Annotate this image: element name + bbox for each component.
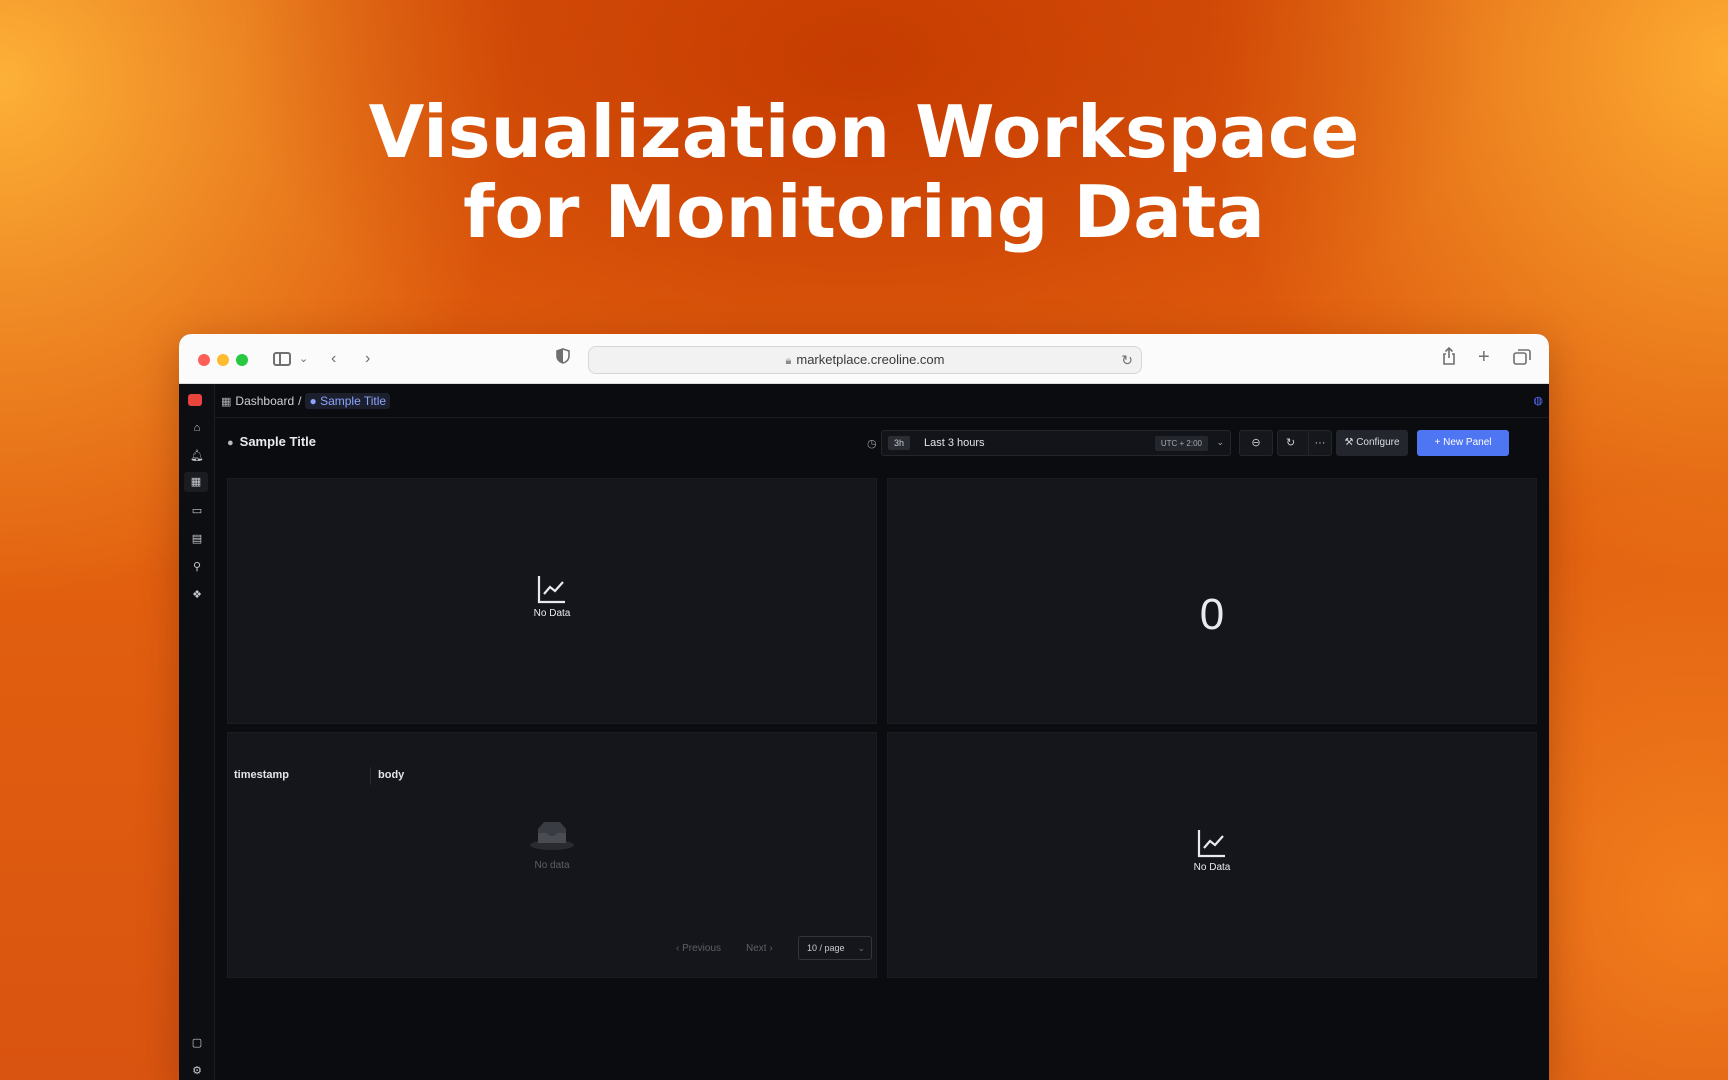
no-data-label: No Data [1193, 862, 1231, 873]
chevron-down-icon[interactable]: ⌄ [299, 348, 308, 370]
close-window-button[interactable] [198, 354, 210, 366]
line-chart-icon [1197, 830, 1225, 858]
no-data-state: No Data [888, 827, 1536, 873]
empty-inbox-icon [530, 822, 574, 850]
zoom-out-button[interactable]: ⊖ [1239, 430, 1273, 456]
nav-rail: ⌂ 🔔︎ ▦ ▭ ▤ ⚲ ❖ ▢ ⚙ [179, 384, 215, 1080]
sidebar-toggle-icon[interactable] [273, 352, 291, 366]
time-range-picker[interactable]: 3h Last 3 hours UTC + 2:00 ⌄ [881, 430, 1231, 456]
next-page-button[interactable]: Next › [746, 943, 773, 954]
bell-icon[interactable]: 🔔︎ [179, 449, 215, 463]
configure-label: Configure [1356, 437, 1400, 448]
share-icon[interactable] [1442, 346, 1456, 372]
home-icon[interactable]: ⌂ [179, 421, 215, 435]
headline-line-2: for Monitoring Data [463, 170, 1265, 254]
more-options-button[interactable]: ··· [1308, 430, 1332, 456]
more-icon: ··· [1314, 437, 1326, 449]
dashboard-grid-icon[interactable]: ▦ [184, 472, 208, 492]
page-title: ● Sample Title [227, 434, 316, 449]
line-chart-icon [537, 576, 565, 604]
settings-icon[interactable]: ⚙ [179, 1064, 215, 1078]
empty-label: No data [534, 860, 570, 871]
breadcrumb-root[interactable]: Dashboard [235, 394, 294, 408]
chevron-down-icon: ⌄ [857, 943, 865, 953]
page-size-select[interactable]: 10 / page ⌄ [798, 936, 872, 960]
panel-chart-1[interactable]: No Data [227, 478, 877, 724]
column-divider [370, 767, 371, 785]
feedback-icon[interactable]: ▢ [179, 1036, 215, 1050]
app-area: ⌂ 🔔︎ ▦ ▭ ▤ ⚲ ❖ ▢ ⚙ ▦ Dashboard / ● Sample T… [179, 384, 1549, 1080]
page-size-value: 10 / page [807, 943, 845, 953]
forward-icon[interactable]: › [365, 348, 370, 370]
breadcrumb: ▦ Dashboard / ● Sample Title [221, 393, 391, 410]
breadcrumb-separator: / [298, 394, 302, 408]
time-range-badge: 3h [888, 436, 911, 450]
chevron-down-icon[interactable]: ⌄ [1216, 437, 1224, 448]
top-bar: ▦ Dashboard / ● Sample Title ◍ [215, 384, 1549, 418]
logs-icon[interactable]: ▤ [179, 532, 215, 546]
panel-chart-2[interactable]: No Data [887, 732, 1537, 978]
previous-page-button[interactable]: ‹ Previous [676, 943, 721, 954]
panel-logs-table[interactable]: timestamp body No data ‹ Previous Next ›… [227, 732, 877, 978]
zoom-icon: ⊖ [1251, 437, 1261, 449]
breadcrumb-current-label: Sample Title [320, 394, 387, 408]
integrations-icon[interactable]: ❖ [179, 588, 215, 602]
minimize-window-button[interactable] [217, 354, 229, 366]
panel-stat[interactable]: 0 [887, 478, 1537, 724]
app-logo[interactable] [188, 394, 202, 406]
headline-line-1: Visualization Workspace [368, 90, 1360, 174]
tools-icon: ⚒ [1344, 437, 1357, 448]
stat-value: 0 [1199, 590, 1225, 639]
chevron-right-icon: › [766, 943, 773, 954]
new-panel-label: New Panel [1443, 437, 1492, 448]
inbox-icon[interactable]: ▭ [179, 504, 215, 518]
address-bar[interactable]: 🔒︎ marketplace.creoline.com ↻ [588, 346, 1142, 374]
plus-icon[interactable]: + [1478, 346, 1490, 368]
no-data-label: No Data [533, 608, 571, 619]
dashboard-header: ● Sample Title ◷ 3h Last 3 hours UTC + 2:… [215, 418, 1549, 468]
dashboard-icon: ● [227, 437, 234, 449]
previous-label: Previous [682, 943, 722, 954]
browser-window: ⌄ ‹ › 🔒︎ marketplace.creoline.com ↻ + ⌂ 🔔… [179, 334, 1549, 1080]
page-title-text: Sample Title [239, 434, 316, 449]
timezone-badge[interactable]: UTC + 2:00 [1154, 436, 1208, 451]
breadcrumb-current[interactable]: ● Sample Title [305, 393, 391, 409]
column-header-timestamp[interactable]: timestamp [234, 769, 289, 781]
lock-icon: 🔒︎ [785, 355, 792, 367]
browser-toolbar: ⌄ ‹ › 🔒︎ marketplace.creoline.com ↻ + [179, 334, 1549, 384]
zoom-window-button[interactable] [236, 354, 248, 366]
reload-icon[interactable]: ↻ [1121, 347, 1133, 373]
refresh-icon: ↻ [1286, 437, 1296, 449]
headline: Visualization Workspace for Monitoring D… [0, 92, 1728, 252]
empty-state: No data [228, 819, 876, 871]
configure-button[interactable]: ⚒ Configure [1336, 430, 1408, 456]
tab-overview-icon[interactable] [1513, 349, 1531, 372]
clock-icon: ◷ [867, 438, 877, 450]
globe-icon[interactable]: ◍ [1533, 394, 1543, 407]
no-data-state: No Data [228, 573, 876, 619]
plus-icon: + [1434, 437, 1444, 448]
url-text: marketplace.creoline.com [796, 352, 945, 367]
back-icon[interactable]: ‹ [331, 348, 336, 370]
time-range-label: Last 3 hours [924, 437, 985, 449]
shield-icon[interactable] [556, 348, 570, 371]
column-header-body[interactable]: body [378, 769, 404, 781]
user-icon[interactable]: ⚲ [179, 560, 215, 574]
next-label: Next [746, 943, 767, 954]
new-panel-button[interactable]: + New Panel [1417, 430, 1509, 456]
grid-icon: ▦ [221, 396, 232, 408]
